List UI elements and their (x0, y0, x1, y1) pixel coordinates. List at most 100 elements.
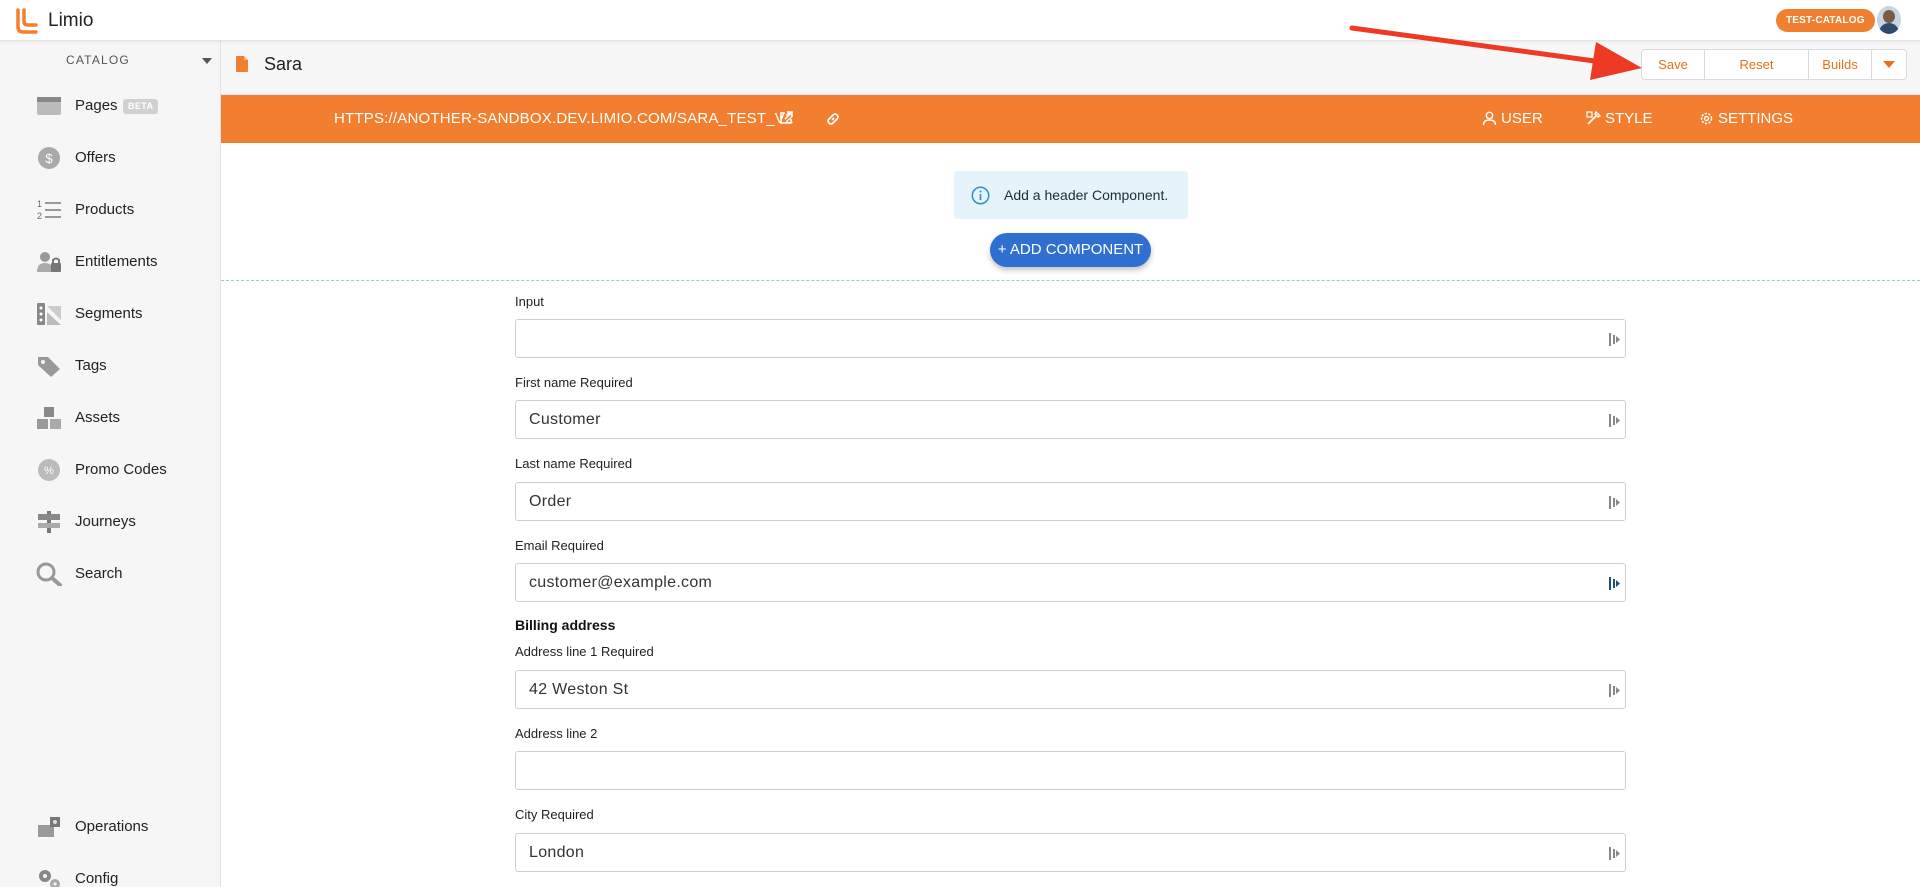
autofill-icon[interactable] (1609, 683, 1621, 698)
sidebar: CATALOG Pages BETA $ Offers 12 Products … (0, 41, 221, 887)
settings-tab[interactable]: SETTINGS (1699, 110, 1793, 127)
input-label: Input (515, 294, 544, 309)
field-value: London (529, 844, 585, 861)
input-field[interactable] (515, 319, 1626, 358)
sidebar-item-pages[interactable]: Pages BETA (0, 86, 221, 126)
page-url-link[interactable]: HTTPS://ANOTHER-SANDBOX.DEV.LIMIO.COM/SA… (334, 110, 794, 127)
svg-text:$: $ (45, 151, 53, 166)
entitlements-icon (37, 252, 61, 272)
catalog-badge[interactable]: TEST-CATALOG (1776, 9, 1875, 32)
field-value: Customer (529, 411, 601, 428)
autofill-icon[interactable] (1609, 413, 1621, 428)
sidebar-item-label: Journeys (75, 513, 136, 530)
avatar-body (1879, 23, 1899, 34)
sidebar-item-search[interactable]: Search (0, 554, 221, 594)
field-value: 42 Weston St (529, 681, 629, 698)
svg-text:2: 2 (37, 211, 42, 221)
info-icon (971, 186, 990, 205)
sidebar-item-assets[interactable]: Assets (0, 398, 221, 438)
sidebar-item-label: Assets (75, 409, 121, 426)
email-field[interactable]: customer@example.com (515, 563, 1626, 602)
sidebar-item-operations[interactable]: Operations (0, 807, 221, 847)
sidebar-item-label: Operations (75, 818, 149, 835)
pages-icon (37, 97, 61, 115)
app-name: Limio (48, 10, 94, 31)
operations-icon (38, 817, 60, 837)
chevron-down-icon (1883, 61, 1895, 68)
sidebar-item-label: Tags (75, 357, 107, 374)
products-icon: 12 (37, 199, 61, 221)
journeys-icon (38, 511, 60, 533)
style-tab-label: STYLE (1605, 110, 1653, 127)
autofill-icon[interactable] (1609, 332, 1621, 347)
segments-icon (37, 303, 61, 325)
config-icon (39, 870, 60, 887)
address-line-1-field[interactable]: 42 Weston St (515, 670, 1626, 709)
sidebar-item-label: Segments (75, 305, 143, 322)
limio-logo-icon (16, 8, 38, 34)
settings-tab-label: SETTINGS (1718, 110, 1794, 127)
beta-badge: BETA (123, 99, 159, 114)
sidebar-item-label: Search (75, 565, 123, 582)
catalog-selector[interactable]: CATALOG (0, 53, 221, 73)
field-value: Order (529, 493, 572, 510)
first-name-field[interactable]: Customer (515, 400, 1626, 439)
field-value: customer@example.com (529, 574, 713, 591)
svg-text:%: % (44, 465, 54, 477)
tags-icon (38, 357, 60, 377)
last-name-label: Last name Required (515, 456, 633, 471)
info-text: Add a header Component. (1004, 187, 1169, 203)
email-label: Email Required (515, 538, 604, 553)
more-actions-dropdown[interactable] (1872, 50, 1906, 79)
sidebar-item-promo-codes[interactable]: % Promo Codes (0, 450, 221, 490)
page-header: Sara Save Reset Changes Builds (221, 41, 1920, 95)
user-avatar[interactable] (1877, 6, 1901, 34)
sidebar-item-label: Products (75, 201, 135, 218)
user-tab-label: USER (1501, 110, 1543, 127)
catalog-label: CATALOG (66, 53, 130, 67)
builds-button[interactable]: Builds (1809, 50, 1872, 79)
sidebar-item-label: Pages (75, 97, 118, 114)
page-title: Sara (264, 54, 303, 74)
sidebar-item-config[interactable]: Config (0, 859, 221, 887)
sidebar-item-entitlements[interactable]: Entitlements (0, 242, 221, 282)
header-section-divider (221, 280, 1920, 281)
external-link-icon[interactable] (779, 111, 793, 125)
header-component-hint: Add a header Component. (954, 171, 1188, 219)
city-field[interactable]: London (515, 833, 1626, 872)
sidebar-item-label: Entitlements (75, 253, 158, 270)
last-name-field[interactable]: Order (515, 482, 1626, 521)
document-icon (236, 56, 248, 72)
chevron-down-icon (202, 58, 212, 64)
autofill-icon[interactable] (1609, 495, 1621, 510)
copy-link-icon[interactable] (825, 111, 841, 127)
reset-changes-button[interactable]: Reset Changes (1705, 50, 1809, 79)
sidebar-item-label: Offers (75, 149, 116, 166)
search-icon (36, 562, 62, 586)
sidebar-item-products[interactable]: 12 Products (0, 190, 221, 230)
user-icon (1482, 111, 1497, 126)
avatar-head (1883, 10, 1895, 23)
svg-text:1: 1 (37, 199, 42, 209)
page-url-bar: HTTPS://ANOTHER-SANDBOX.DEV.LIMIO.COM/SA… (221, 95, 1920, 143)
sidebar-item-label: Config (75, 870, 119, 887)
sidebar-item-segments[interactable]: Segments (0, 294, 221, 334)
autofill-icon[interactable] (1609, 846, 1621, 861)
add-component-button[interactable]: + ADD COMPONENT (990, 233, 1151, 267)
sidebar-item-offers[interactable]: $ Offers (0, 138, 221, 178)
sidebar-item-tags[interactable]: Tags (0, 346, 221, 386)
autofill-icon[interactable] (1609, 576, 1621, 591)
user-tab[interactable]: USER (1482, 110, 1543, 127)
city-label: City Required (515, 807, 594, 822)
app-logo[interactable]: Limio (14, 7, 93, 35)
offers-icon: $ (38, 147, 60, 169)
assets-icon (37, 407, 61, 429)
promo-codes-icon: % (38, 459, 60, 481)
billing-address-heading: Billing address (515, 617, 616, 633)
style-tab[interactable]: STYLE (1586, 110, 1653, 127)
sidebar-item-label: Promo Codes (75, 461, 167, 478)
sidebar-item-journeys[interactable]: Journeys (0, 502, 221, 542)
address-line-2-label: Address line 2 (515, 726, 598, 741)
annotation-arrow (1349, 25, 1642, 80)
address-line-2-field[interactable] (515, 751, 1626, 790)
